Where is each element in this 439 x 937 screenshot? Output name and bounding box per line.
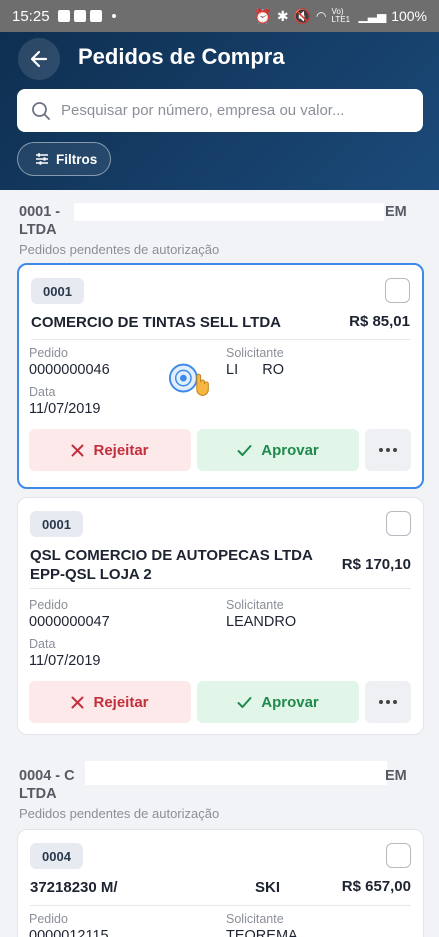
pedido-label: Pedido: [29, 912, 68, 926]
back-button[interactable]: [18, 38, 60, 80]
more-horizontal-icon: [379, 700, 397, 704]
select-checkbox[interactable]: [386, 511, 411, 536]
pedido-label: Pedido: [29, 598, 68, 612]
reject-label: Rejeitar: [93, 441, 149, 459]
order-card[interactable]: 0001 COMERCIO DE TINTAS SELL LTDA R$ 85,…: [17, 263, 424, 489]
group-title: 0001 - EM LTDA: [19, 203, 419, 239]
company-code-badge: 0001: [30, 511, 83, 537]
pedido-value: 0000012115: [29, 928, 109, 937]
search-icon: [32, 101, 50, 120]
solicitante-value: TEOREMA: [226, 928, 298, 937]
group-title-end: EM: [385, 768, 407, 784]
supplier-name-start: 37218230 M/: [30, 879, 118, 896]
solicitante-label: Solicitante: [226, 598, 284, 612]
redacted-area: [74, 203, 384, 221]
supplier-name: COMERCIO DE TINTAS SELL LTDA: [31, 314, 281, 331]
approve-button[interactable]: Aprovar: [197, 429, 359, 471]
arrow-left-icon: [30, 50, 48, 68]
group-subtitle: Pedidos pendentes de autorização: [19, 242, 220, 257]
data-value: 11/07/2019: [29, 653, 101, 669]
divider: [30, 588, 411, 589]
approve-label: Aprovar: [261, 441, 319, 459]
order-amount: R$ 170,10: [341, 556, 411, 573]
pedido-value: 0000000046: [29, 362, 110, 378]
filters-label: Filtros: [56, 151, 98, 167]
pedido-value: 0000000047: [29, 614, 110, 630]
more-options-button[interactable]: [365, 429, 411, 471]
check-icon: [237, 696, 252, 708]
divider: [31, 339, 410, 340]
more-options-button[interactable]: [365, 681, 411, 723]
approve-label: Aprovar: [261, 693, 319, 711]
select-checkbox[interactable]: [385, 278, 410, 303]
data-label: Data: [29, 385, 56, 399]
page-title: Pedidos de Compra: [78, 44, 285, 69]
status-right: ⏰ ✱ 🔇 ◠ Vo) LTE1 ▁▃▅ 100%: [254, 8, 427, 25]
company-code-badge: 0001: [31, 278, 84, 304]
group-code: 0004 - C: [19, 768, 75, 784]
supplier-name: QSL COMERCIO DE AUTOPECAS LTDA EPP-QSL L…: [30, 547, 313, 583]
group-code: 0001 -: [19, 204, 61, 220]
network-label: Vo) LTE1: [331, 7, 351, 24]
data-label: Data: [29, 637, 56, 651]
group-header: 0004 - C EM LTDA Pedidos pendentes de au…: [19, 761, 419, 821]
wifi-icon: ◠: [316, 9, 327, 23]
check-icon: [237, 444, 252, 456]
battery-label: 100%: [391, 8, 427, 24]
divider: [30, 905, 411, 906]
search-input[interactable]: [61, 102, 401, 119]
order-card[interactable]: 0004 37218230 M/ SKI R$ 657,00 Pedido 00…: [17, 829, 424, 937]
solicitante-value: LEANDRO: [226, 614, 297, 630]
bluetooth-icon: ✱: [276, 7, 289, 24]
company-code-badge: 0004: [30, 843, 83, 869]
group-title-line2: LTDA: [19, 222, 57, 238]
app-header: Pedidos de Compra Filtros: [0, 32, 439, 190]
more-horizontal-icon: [379, 448, 397, 452]
reject-label: Rejeitar: [93, 693, 149, 711]
filters-button[interactable]: Filtros: [17, 142, 111, 176]
search-bar[interactable]: [17, 89, 423, 132]
mute-icon: 🔇: [293, 7, 312, 24]
gallery-icon: [89, 10, 102, 22]
sliders-icon: [36, 153, 48, 165]
group-header: 0001 - EM LTDA Pedidos pendentes de auto…: [19, 203, 419, 257]
supplier-name-end: SKI: [255, 879, 281, 896]
more-notifications-icon: [111, 14, 116, 18]
status-bar: 15:25 ⏰ ✱ 🔇 ◠ Vo) LTE1 ▁▃▅ 100%: [0, 0, 439, 32]
signal-icon: ▁▃▅: [358, 9, 387, 23]
solicitante-label: Solicitante: [226, 346, 284, 360]
status-time: 15:25: [12, 7, 50, 25]
close-icon: [71, 444, 84, 456]
notification-icons: [57, 10, 116, 22]
solicitante-value: LI RO: [226, 362, 285, 378]
reject-button[interactable]: Rejeitar: [29, 681, 191, 723]
redacted-area: [85, 761, 387, 785]
notification-icon: [57, 10, 70, 22]
data-value: 11/07/2019: [29, 401, 101, 417]
group-title-line2: LTDA: [19, 786, 57, 802]
alarm-icon: ⏰: [254, 7, 272, 24]
touch-indicator-icon: [168, 363, 209, 396]
order-amount: R$ 85,01: [349, 313, 410, 330]
pedido-label: Pedido: [29, 346, 68, 360]
select-checkbox[interactable]: [386, 843, 411, 868]
reject-button[interactable]: Rejeitar: [29, 429, 191, 471]
approve-button[interactable]: Aprovar: [197, 681, 359, 723]
close-icon: [71, 696, 84, 708]
group-title-end: EM: [385, 204, 407, 220]
group-subtitle: Pedidos pendentes de autorização: [19, 806, 220, 821]
group-title: 0004 - C EM LTDA: [19, 761, 419, 803]
supplier-name: 37218230 M/ SKI: [30, 878, 330, 897]
notification-icon: [73, 10, 86, 22]
order-card[interactable]: 0001 QSL COMERCIO DE AUTOPECAS LTDA EPP-…: [17, 497, 424, 735]
order-amount: R$ 657,00: [341, 878, 411, 895]
solicitante-label: Solicitante: [226, 912, 284, 926]
